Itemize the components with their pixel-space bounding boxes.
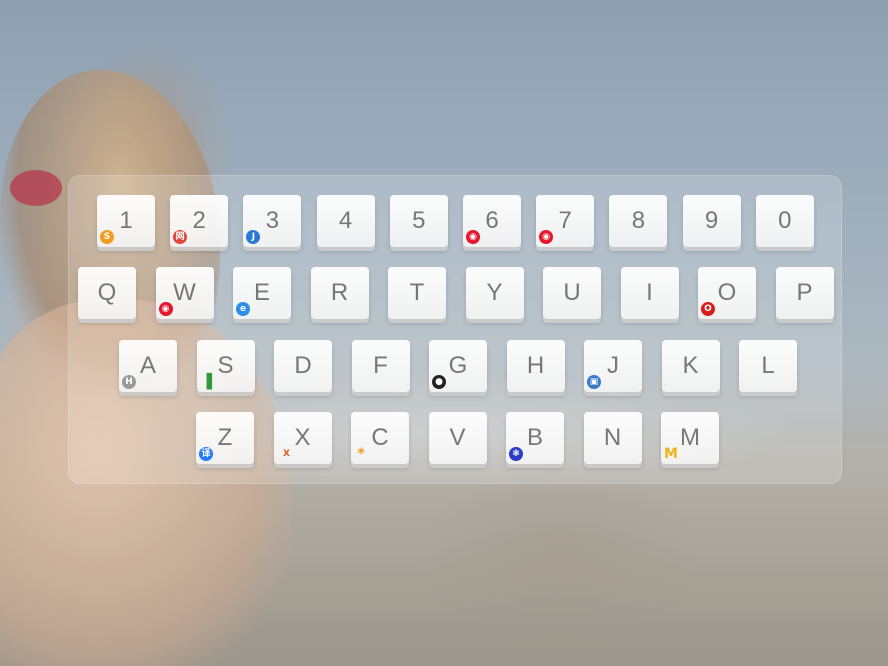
key-h[interactable]: H xyxy=(506,340,565,392)
key-label: F xyxy=(373,352,388,379)
weibo-icon: ◉ xyxy=(466,230,480,244)
baidu-translate-icon: 译 xyxy=(199,447,213,461)
key-f[interactable]: F xyxy=(351,340,410,392)
key-label: I xyxy=(646,279,653,306)
signal-bars-icon: ▐ xyxy=(201,374,212,390)
key-label: N xyxy=(603,424,622,451)
key-1[interactable]: 1S xyxy=(97,195,155,247)
key-label: Q xyxy=(97,279,117,306)
weibo-icon: ◉ xyxy=(539,230,554,244)
weibo-icon: ◉ xyxy=(158,302,173,316)
key-label: U xyxy=(563,279,581,306)
key-w[interactable]: W ◉ xyxy=(155,267,214,319)
xml-icon: X xyxy=(283,449,290,459)
key-label: 0 xyxy=(778,207,792,234)
key-e[interactable]: Ee xyxy=(233,267,291,319)
key-d[interactable]: D xyxy=(274,340,332,392)
key-j[interactable]: J ▣ xyxy=(584,340,642,392)
key-s[interactable]: S ▐ xyxy=(196,340,255,392)
keyboard-panel: 1 S 2 网 3 J 4 5 6 ◉ 7 ◉ 8 9 0 Q W ◉ Ee R T Y U I O O P A H S ▐ D F G ● H J… xyxy=(68,175,842,484)
key-label: L xyxy=(761,352,775,379)
keyboard-row-zxcv: Z 译 X X C * V B ❃ N M M xyxy=(68,412,842,468)
opera-icon: O xyxy=(701,302,715,316)
keyboard-row-asdf: A H S ▐ D F G ● H J ▣ K L xyxy=(68,340,842,396)
key-v[interactable]: V xyxy=(428,412,487,464)
key-g[interactable]: G ● xyxy=(429,340,487,392)
key-label: R xyxy=(330,279,349,306)
key-label: P xyxy=(796,279,813,306)
keyboard-row-numbers: 1 S 2 网 3 J 4 5 6 ◉ 7 ◉ 8 9 0 xyxy=(68,195,842,251)
ie-icon: e xyxy=(236,302,250,316)
j-icon: J xyxy=(246,230,261,244)
h-script-icon: H xyxy=(122,375,136,389)
key-label: 8 xyxy=(631,207,646,234)
key-b[interactable]: B ❃ xyxy=(506,412,564,464)
netease-icon: 网 xyxy=(173,230,188,244)
key-label: 5 xyxy=(412,207,426,234)
key-p[interactable]: P xyxy=(775,267,834,319)
key-2[interactable]: 2网 xyxy=(170,195,229,247)
key-m[interactable]: MM xyxy=(661,412,719,464)
key-n[interactable]: N xyxy=(583,412,642,464)
key-9[interactable]: 9 xyxy=(682,195,741,247)
car-icon: ▣ xyxy=(587,375,601,389)
sogou-icon: S xyxy=(100,230,114,244)
asterisk-icon: * xyxy=(357,446,365,462)
key-u[interactable]: U xyxy=(543,267,601,319)
key-label: T xyxy=(409,279,425,306)
key-label: V xyxy=(449,424,466,451)
key-label: 9 xyxy=(704,207,719,234)
key-8[interactable]: 8 xyxy=(609,195,668,247)
key-6[interactable]: 6 ◉ xyxy=(463,195,521,247)
baidu-paw-icon: ❃ xyxy=(509,447,523,461)
key-4[interactable]: 4 xyxy=(316,195,375,247)
key-0[interactable]: 0 xyxy=(755,195,814,247)
key-3[interactable]: 3J xyxy=(243,195,302,247)
key-a[interactable]: AH xyxy=(119,340,177,392)
key-5[interactable]: 5 xyxy=(389,195,448,247)
key-y[interactable]: Y xyxy=(465,267,524,319)
key-label: 4 xyxy=(338,207,353,234)
key-z[interactable]: Z译 xyxy=(196,412,254,464)
key-q[interactable]: Q xyxy=(78,267,136,319)
key-7[interactable]: 7 ◉ xyxy=(536,195,595,247)
github-icon: ● xyxy=(432,375,446,389)
key-label: K xyxy=(682,352,699,379)
key-i[interactable]: I xyxy=(620,267,679,319)
key-label: D xyxy=(294,352,312,379)
key-label: Y xyxy=(486,279,503,306)
key-c[interactable]: C * xyxy=(351,412,409,464)
key-label: H xyxy=(526,352,545,379)
mcdonalds-icon: M xyxy=(664,446,678,462)
key-x[interactable]: XX xyxy=(273,412,332,464)
key-r[interactable]: R xyxy=(310,267,369,319)
key-k[interactable]: K xyxy=(661,340,720,392)
key-o[interactable]: OO xyxy=(698,267,756,319)
background-photo: 1 S 2 网 3 J 4 5 6 ◉ 7 ◉ 8 9 0 Q W ◉ Ee R T Y U I O O P A H S ▐ D F G ● H J… xyxy=(0,0,888,666)
keyboard-row-qwerty: Q W ◉ Ee R T Y U I O O P xyxy=(68,267,842,323)
key-l[interactable]: L xyxy=(739,340,797,392)
key-t[interactable]: T xyxy=(388,267,446,319)
